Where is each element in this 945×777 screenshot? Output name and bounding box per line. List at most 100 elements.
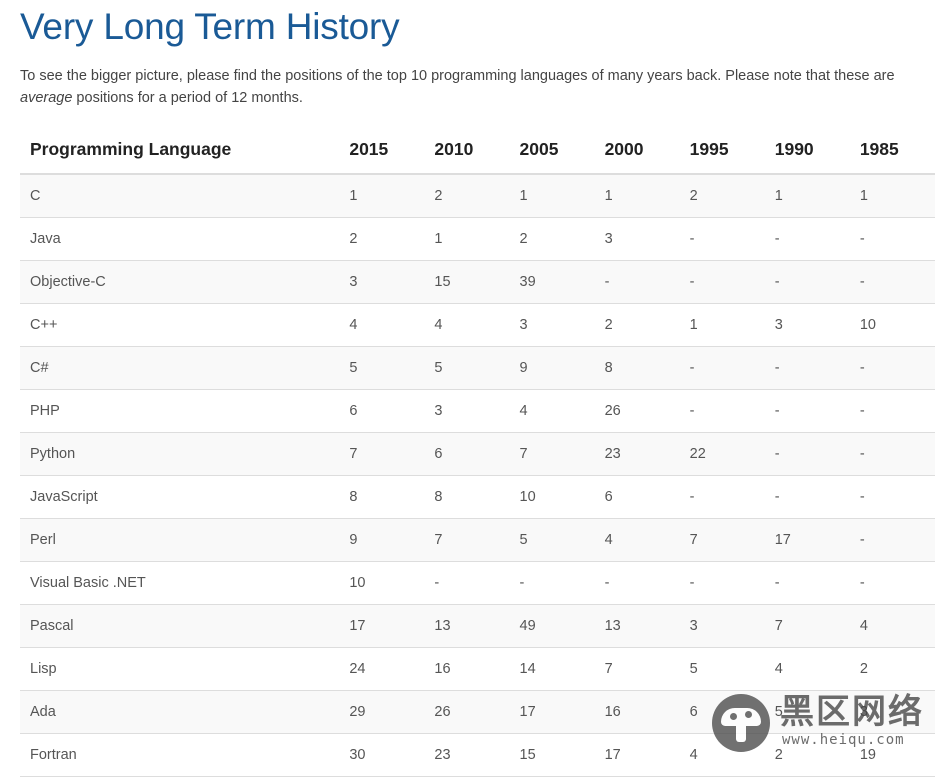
rank-cell: 5 bbox=[509, 518, 595, 562]
rank-cell: 4 bbox=[509, 389, 595, 433]
rank-cell: - bbox=[849, 518, 935, 562]
rank-cell: 22 bbox=[679, 432, 765, 476]
column-header-year: 2000 bbox=[594, 125, 680, 175]
rank-cell: 5 bbox=[339, 346, 425, 390]
rank-cell: 17 bbox=[764, 518, 850, 562]
rank-cell: 1 bbox=[679, 303, 765, 347]
rank-cell: - bbox=[764, 260, 850, 304]
rank-cell: 7 bbox=[339, 432, 425, 476]
page-content: Very Long Term History To see the bigger… bbox=[20, 0, 935, 777]
language-name-cell: Objective-C bbox=[20, 260, 340, 304]
rank-cell: 8 bbox=[424, 475, 510, 519]
rank-cell: 3 bbox=[339, 260, 425, 304]
table-row: C1211211 bbox=[20, 174, 935, 218]
rank-cell: - bbox=[679, 217, 765, 261]
watermark: 黑区网络 www.heiqu.com bbox=[712, 692, 937, 754]
rank-cell: - bbox=[679, 561, 765, 605]
rank-cell: 3 bbox=[679, 604, 765, 648]
table-row: Objective-C 3 15 39- - - - bbox=[20, 260, 935, 304]
intro-text-end: positions for a period of 12 months. bbox=[72, 90, 303, 106]
language-name-cell: C# bbox=[20, 346, 340, 390]
table-header-row: Programming Language 2015 2010 2005 2000 1995… bbox=[20, 125, 935, 175]
rank-cell: - bbox=[849, 432, 935, 476]
rank-cell: 17 bbox=[594, 733, 680, 777]
column-header-year: 1990 bbox=[764, 125, 850, 175]
rank-cell: 7 bbox=[424, 518, 510, 562]
table-row: Lisp 24 16 14 7 5 4 2 bbox=[20, 647, 935, 691]
rank-cell: - bbox=[679, 389, 765, 433]
rank-cell: 2 bbox=[679, 174, 765, 218]
rank-cell: 6 bbox=[339, 389, 425, 433]
rank-cell: 1 bbox=[339, 174, 425, 218]
language-name-cell: Python bbox=[20, 432, 340, 476]
rank-cell: 23 bbox=[424, 733, 510, 777]
rank-cell: 7 bbox=[509, 432, 595, 476]
rank-cell: - bbox=[679, 346, 765, 390]
rank-cell: 4 bbox=[339, 303, 425, 347]
rank-cell: 30 bbox=[339, 733, 425, 777]
rank-cell: 13 bbox=[424, 604, 510, 648]
language-name-cell: Fortran bbox=[20, 733, 340, 777]
rank-cell: 29 bbox=[339, 690, 425, 734]
table-row: PHP 6 3 4 26- - - bbox=[20, 389, 935, 433]
rank-cell: 2 bbox=[849, 647, 935, 691]
rank-cell: 3 bbox=[594, 217, 680, 261]
intro-emphasis: average bbox=[20, 90, 73, 106]
column-header-year: 1995 bbox=[679, 125, 765, 175]
rank-cell: 49 bbox=[509, 604, 595, 648]
language-name-cell: Lisp bbox=[20, 647, 340, 691]
rank-cell: 8 bbox=[339, 475, 425, 519]
rank-cell: 7 bbox=[679, 518, 765, 562]
rank-cell: 14 bbox=[509, 647, 595, 691]
rank-cell: 15 bbox=[424, 260, 510, 304]
table-row: Visual Basic .NET 10- - - - - - bbox=[20, 561, 935, 605]
watermark-text: 黑区网络 bbox=[780, 692, 924, 732]
language-name-cell: Visual Basic .NET bbox=[20, 561, 340, 605]
column-header-year: 1985 bbox=[849, 125, 935, 175]
rank-cell: - bbox=[594, 561, 680, 605]
rank-cell: 13 bbox=[594, 604, 680, 648]
watermark-url: www.heiqu.com bbox=[782, 732, 905, 748]
mushroom-logo-icon bbox=[712, 694, 770, 752]
table-row: Perl 9 7 5 4 7 17- bbox=[20, 518, 935, 562]
language-name-cell: C bbox=[20, 174, 340, 218]
table-body: C 1 2 1 1 2 1 1 Java 2 1 2 3- - - Objective-C 3 15 39- - - - C… bbox=[20, 174, 935, 777]
column-header-year: 2005 bbox=[509, 125, 595, 175]
rank-cell: 7 bbox=[594, 647, 680, 691]
rank-cell: 1 bbox=[509, 174, 595, 218]
rank-cell: 7 bbox=[764, 604, 850, 648]
rank-cell: 3 bbox=[764, 303, 850, 347]
rank-cell: 2 bbox=[594, 303, 680, 347]
history-table: Programming Language 2015 2010 2005 2000 1995… bbox=[20, 125, 935, 777]
rank-cell: - bbox=[594, 260, 680, 304]
rank-cell: 1 bbox=[594, 174, 680, 218]
rank-cell: - bbox=[764, 432, 850, 476]
table-row: C++ 4 4 3 2 1 3 10 bbox=[20, 303, 935, 347]
language-name-cell: Ada bbox=[20, 690, 340, 734]
table-row: Pascal 17 13 49 13 3 7 4 bbox=[20, 604, 935, 648]
table-row: C# 5 5 9 8- - - bbox=[20, 346, 935, 390]
rank-cell: 17 bbox=[339, 604, 425, 648]
rank-cell: 3 bbox=[424, 389, 510, 433]
rank-cell: 8 bbox=[594, 346, 680, 390]
table-row: Java 2 1 2 3- - - bbox=[20, 217, 935, 261]
intro-text-start: To see the bigger picture, please find t… bbox=[20, 68, 895, 84]
rank-cell: 39 bbox=[509, 260, 595, 304]
rank-cell: - bbox=[849, 346, 935, 390]
rank-cell: 15 bbox=[509, 733, 595, 777]
rank-cell: 5 bbox=[679, 647, 765, 691]
rank-cell: 1 bbox=[424, 217, 510, 261]
column-header-language: Programming Language bbox=[20, 125, 340, 175]
rank-cell: 6 bbox=[424, 432, 510, 476]
rank-cell: 3 bbox=[509, 303, 595, 347]
column-header-year: 2015 bbox=[339, 125, 425, 175]
language-name-cell: Perl bbox=[20, 518, 340, 562]
rank-cell: - bbox=[424, 561, 510, 605]
rank-cell: - bbox=[509, 561, 595, 605]
rank-cell: - bbox=[764, 217, 850, 261]
rank-cell: - bbox=[849, 561, 935, 605]
table-row: JavaScript 8 8 10 6- - - bbox=[20, 475, 935, 519]
rank-cell: 2 bbox=[339, 217, 425, 261]
language-name-cell: JavaScript bbox=[20, 475, 340, 519]
rank-cell: - bbox=[764, 475, 850, 519]
